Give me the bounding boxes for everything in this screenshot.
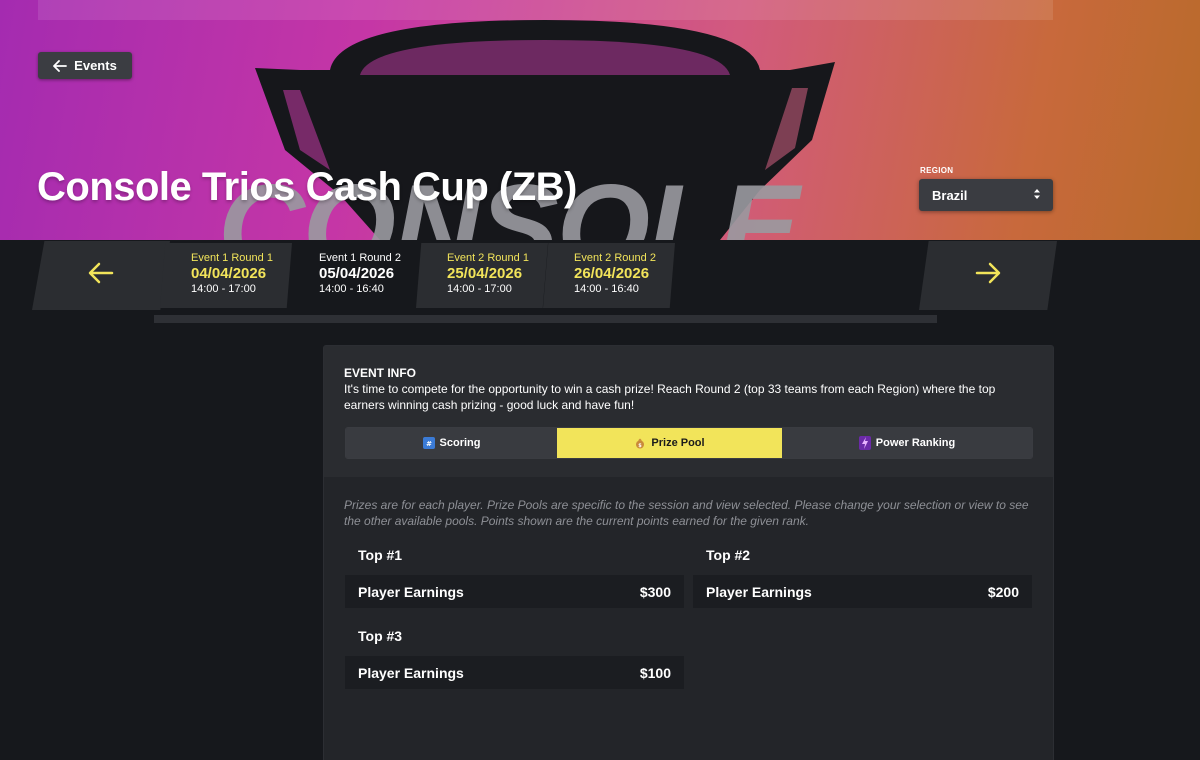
prize-rank: Top #1 (358, 547, 403, 563)
session-name: Event 1 Round 2 (319, 252, 401, 264)
prize-row: Player Earnings $200 (693, 575, 1032, 608)
event-title: Console Trios Cash Cup (ZB) (37, 165, 577, 209)
event-hero-banner: CONSOLE Events Console Trios Cash Cup (Z… (0, 0, 1200, 240)
prize-card: Top #3 Player Earnings $100 (345, 628, 684, 689)
prize-rank: Top #2 (706, 547, 751, 563)
event-info-header: EVENT INFO It's time to compete for the … (324, 346, 1053, 477)
session-time: 14:00 - 16:40 (574, 283, 639, 295)
lightning-icon (858, 436, 871, 450)
prize-rank: Top #3 (358, 628, 403, 644)
arrow-left-icon (53, 59, 68, 72)
session-time: 14:00 - 17:00 (191, 283, 256, 295)
session-name: Event 2 Round 1 (447, 252, 529, 264)
region-selected-value: Brazil (932, 187, 968, 203)
session-date: 04/04/2026 (191, 265, 267, 282)
event-info-title: EVENT INFO (344, 366, 417, 380)
prize-card: Top #1 Player Earnings $300 (345, 547, 684, 608)
tab-label: Power Ranking (875, 437, 956, 449)
session-time: 14:00 - 16:40 (319, 283, 384, 295)
event-info-panel: EVENT INFO It's time to compete for the … (323, 345, 1054, 760)
prize-amount: $100 (639, 664, 671, 681)
scoring-icon: # (422, 437, 435, 449)
tab-prize-pool[interactable]: $ Prize Pool (557, 428, 782, 458)
select-updown-icon (1033, 188, 1041, 203)
prize-row: Player Earnings $100 (345, 656, 684, 689)
prize-label: Player Earnings (706, 583, 812, 600)
prize-card: Top #2 Player Earnings $200 (693, 547, 1032, 608)
region-select[interactable]: Brazil (919, 179, 1053, 211)
session-scrollbar[interactable] (154, 315, 937, 323)
session-name: Event 1 Round 1 (191, 252, 273, 264)
session-tab-1[interactable]: Event 1 Round 1 04/04/2026 14:00 - 17:00 (160, 243, 292, 308)
money-bag-icon: $ (634, 437, 646, 449)
back-button-label: Events (74, 58, 117, 73)
session-date: 05/04/2026 (319, 265, 395, 282)
previous-session-button[interactable] (32, 241, 170, 310)
session-tab-3[interactable]: Event 2 Round 1 25/04/2026 14:00 - 17:00 (416, 243, 548, 308)
prize-amount: $200 (987, 583, 1019, 600)
session-date: 26/04/2026 (574, 265, 650, 282)
session-name: Event 2 Round 2 (574, 252, 656, 264)
session-tab-2[interactable]: Event 1 Round 2 05/04/2026 14:00 - 16:40 (288, 243, 420, 308)
region-label: REGION (920, 166, 954, 175)
info-tabs: # Scoring $ Prize Pool Power Ranking (345, 427, 1033, 459)
hero-top-bar (38, 0, 1053, 20)
tab-label: Scoring (439, 437, 481, 449)
session-time: 14:00 - 17:00 (447, 283, 512, 295)
prize-pool-note: Prizes are for each player. Prize Pools … (344, 498, 1029, 528)
prize-label: Player Earnings (358, 583, 464, 600)
tab-power-ranking[interactable]: Power Ranking (782, 428, 1032, 458)
next-session-button[interactable] (919, 241, 1057, 310)
tab-label: Prize Pool (651, 437, 705, 449)
session-tab-4[interactable]: Event 2 Round 2 26/04/2026 14:00 - 16:40 (543, 243, 675, 308)
prize-row: Player Earnings $300 (345, 575, 684, 608)
prize-label: Player Earnings (358, 664, 464, 681)
event-info-description: It's time to compete for the opportunity… (344, 382, 996, 412)
tab-scoring[interactable]: # Scoring (346, 428, 557, 458)
back-to-events-button[interactable]: Events (38, 52, 132, 79)
session-date: 25/04/2026 (447, 265, 523, 282)
prize-amount: $300 (639, 583, 671, 600)
svg-text:#: # (426, 440, 432, 448)
svg-text:$: $ (639, 443, 643, 449)
